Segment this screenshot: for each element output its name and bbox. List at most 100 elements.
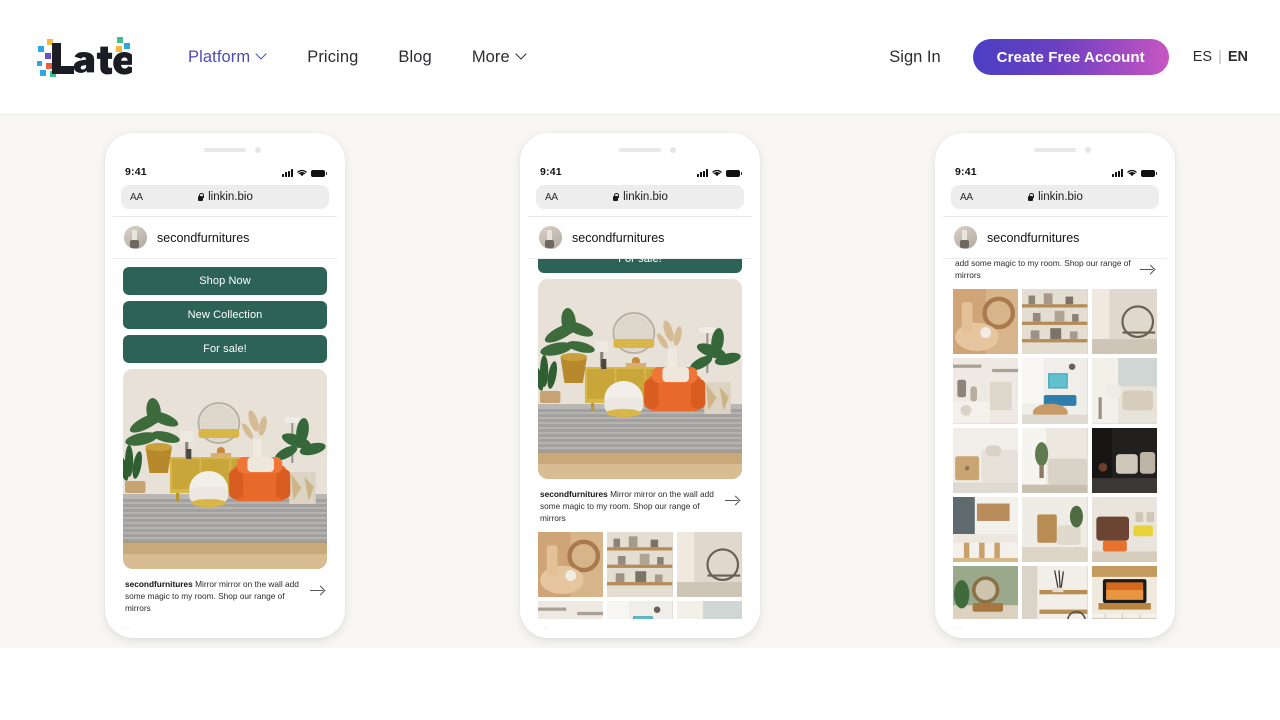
profile-username: secondfurnitures <box>987 230 1080 245</box>
language-option-en[interactable]: EN <box>1228 49 1248 65</box>
grid-tile[interactable] <box>1091 427 1157 494</box>
avatar[interactable] <box>539 226 562 249</box>
sign-in-link[interactable]: Sign In <box>867 38 962 77</box>
grid-tile[interactable] <box>953 289 1019 355</box>
lock-icon <box>612 192 620 202</box>
grid-tile[interactable] <box>676 601 742 629</box>
nav-link-pricing-label: Pricing <box>307 47 359 66</box>
avatar[interactable] <box>954 226 977 249</box>
phone-1-notch <box>113 142 337 164</box>
primary-nav-links: Platform Pricing Blog More <box>168 38 547 77</box>
phone-3-profile-header: secondfurnitures <box>943 217 1167 258</box>
grid-tile[interactable] <box>1022 497 1088 563</box>
nav-link-pricing[interactable]: Pricing <box>287 38 378 77</box>
featured-post-image[interactable] <box>538 279 742 479</box>
phone-3-browser-chrome: AA linkin.bio <box>943 180 1167 216</box>
phone-2-url-bar[interactable]: AA linkin.bio <box>536 185 744 209</box>
avatar[interactable] <box>124 226 147 249</box>
aa-label: AA <box>130 191 143 203</box>
grid-tile[interactable] <box>192 622 258 629</box>
nav-actions: Sign In Create Free Account ES | EN <box>867 38 1248 77</box>
grid-tile[interactable] <box>607 601 673 629</box>
text-size-aa-button[interactable]: AA <box>960 192 973 203</box>
wifi-icon <box>1127 169 1137 176</box>
grid-tile[interactable] <box>538 532 604 598</box>
arrow-right-icon[interactable] <box>724 492 740 508</box>
profile-username: secondfurnitures <box>572 230 665 245</box>
wifi-icon <box>712 169 722 176</box>
battery-icon <box>726 169 742 177</box>
grid-tile[interactable] <box>123 622 189 629</box>
phone-3-content[interactable]: add some magic to my room. Shop our rang… <box>943 259 1167 629</box>
language-separator: | <box>1218 49 1222 65</box>
text-size-aa-button[interactable]: AA <box>130 192 143 203</box>
phone-2-notch <box>528 142 752 164</box>
grid-tile[interactable] <box>1022 289 1088 355</box>
grid-tile[interactable] <box>1091 289 1157 355</box>
url-text: linkin.bio <box>208 191 253 203</box>
cellular-signal-icon <box>697 169 708 177</box>
grid-tile[interactable] <box>676 532 742 598</box>
grid-tile[interactable] <box>953 427 1019 494</box>
nav-link-more[interactable]: More <box>452 38 547 77</box>
url-display: linkin.bio <box>536 191 744 203</box>
text-size-aa-button[interactable]: AA <box>545 192 558 203</box>
grid-tile[interactable] <box>261 622 327 629</box>
phone-1-screen: 9:41 AA linkin.bio secondfurnitures Shop… <box>113 142 337 629</box>
battery-icon <box>1141 169 1157 177</box>
phone-2-scroll-area: For sale! secondfurnitures Mirror mirror… <box>528 259 752 629</box>
featured-post-image[interactable] <box>123 369 327 569</box>
link-button-shop-now[interactable]: Shop Now <box>123 267 327 295</box>
grid-tile[interactable] <box>953 566 1019 629</box>
cellular-signal-icon <box>282 169 293 177</box>
arrow-right-icon[interactable] <box>1139 261 1155 277</box>
grid-tile[interactable] <box>1091 497 1157 563</box>
phone-1-url-bar[interactable]: AA linkin.bio <box>121 185 329 209</box>
phone-1-content[interactable]: Shop Now New Collection For sale! second… <box>113 259 337 629</box>
aa-label: AA <box>545 191 558 203</box>
grid-tile[interactable] <box>1091 358 1157 424</box>
phone-1-scroll-area: Shop Now New Collection For sale! second… <box>113 267 337 629</box>
lock-icon <box>197 192 205 202</box>
grid-tile[interactable] <box>1091 566 1157 629</box>
language-switcher: ES | EN <box>1193 49 1248 65</box>
url-display: linkin.bio <box>121 191 329 203</box>
phone-1-status-bar: 9:41 <box>113 164 337 180</box>
grid-tile[interactable] <box>1022 358 1088 424</box>
speaker-bar <box>1034 148 1076 152</box>
arrow-right-icon[interactable] <box>309 582 325 598</box>
status-icons <box>1112 168 1157 177</box>
language-option-es[interactable]: ES <box>1193 49 1212 65</box>
lock-icon <box>1027 192 1035 202</box>
grid-tile[interactable] <box>538 601 604 629</box>
caption-text-partial: add some magic to my room. Shop our rang… <box>955 259 1131 281</box>
post-caption: secondfurnitures Mirror mirror on the wa… <box>538 479 742 532</box>
nav-link-blog[interactable]: Blog <box>378 38 451 77</box>
create-free-account-button[interactable]: Create Free Account <box>972 39 1169 75</box>
grid-tile[interactable] <box>1022 427 1088 494</box>
speaker-bar <box>619 148 661 152</box>
link-button-for-sale[interactable]: For sale! <box>538 259 742 273</box>
status-icons <box>282 168 327 177</box>
nav-link-platform[interactable]: Platform <box>168 38 287 77</box>
top-navigation-bar: Platform Pricing Blog More Sign In Creat… <box>0 0 1280 115</box>
link-button-for-sale[interactable]: For sale! <box>123 335 327 363</box>
caption-author: secondfurnitures <box>125 579 193 589</box>
chevron-down-icon <box>517 50 527 60</box>
chevron-down-icon <box>257 50 267 60</box>
later-logo[interactable] <box>36 34 132 80</box>
phone-1-profile-header: secondfurnitures <box>113 217 337 258</box>
hero-section: 9:41 AA linkin.bio secondfurnitures Shop… <box>0 115 1280 648</box>
wifi-icon <box>297 169 307 176</box>
phone-2-content[interactable]: For sale! secondfurnitures Mirror mirror… <box>528 259 752 629</box>
grid-tile[interactable] <box>607 532 673 598</box>
link-button-new-collection[interactable]: New Collection <box>123 301 327 329</box>
grid-tile[interactable] <box>1022 566 1088 629</box>
media-grid <box>538 532 742 629</box>
grid-tile[interactable] <box>953 358 1019 424</box>
phone-2-browser-chrome: AA linkin.bio <box>528 180 752 216</box>
phone-3-url-bar[interactable]: AA linkin.bio <box>951 185 1159 209</box>
grid-tile[interactable] <box>953 497 1019 563</box>
nav-link-blog-label: Blog <box>398 47 432 66</box>
status-icons <box>697 168 742 177</box>
